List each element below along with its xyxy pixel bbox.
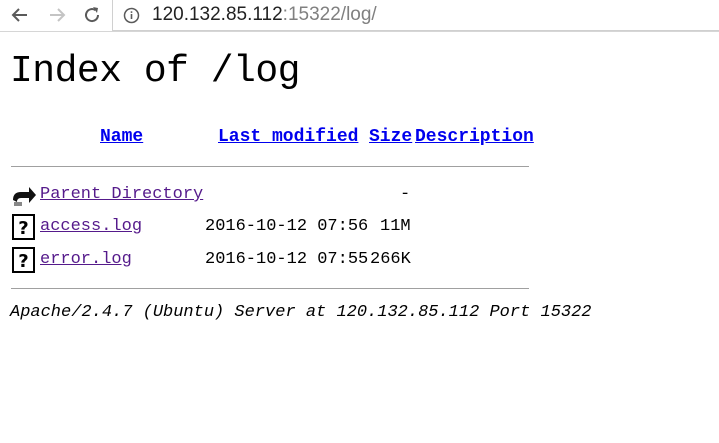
file-link-access-log[interactable]: access.log bbox=[40, 217, 142, 236]
parent-directory-link[interactable]: Parent Directory bbox=[40, 185, 203, 204]
column-header-last-modified[interactable]: Last modified bbox=[218, 127, 358, 147]
address-bar[interactable]: 120.132.85.112:15322/log/ bbox=[112, 0, 719, 31]
footer-divider bbox=[11, 288, 529, 289]
file-modified: 2016-10-12 07:56 bbox=[205, 217, 369, 236]
header-divider bbox=[11, 166, 529, 167]
column-header-size[interactable]: Size bbox=[369, 127, 412, 147]
file-size: - bbox=[400, 185, 411, 204]
file-modified: 2016-10-12 07:55 bbox=[205, 250, 369, 269]
url-text[interactable]: 120.132.85.112:15322/log/ bbox=[152, 4, 377, 26]
back-arrow-icon[interactable] bbox=[10, 5, 30, 25]
file-size: 11M bbox=[380, 217, 411, 236]
browser-toolbar: 120.132.85.112:15322/log/ bbox=[0, 0, 719, 32]
page-title: Index of /log bbox=[10, 50, 300, 93]
server-signature: Apache/2.4.7 (Ubuntu) Server at 120.132.… bbox=[10, 303, 592, 322]
unknown-file-icon: ? bbox=[11, 247, 37, 273]
url-path: :15322/log/ bbox=[282, 4, 377, 25]
svg-text:?: ? bbox=[18, 218, 28, 239]
file-size: 266K bbox=[370, 250, 411, 269]
column-header-name[interactable]: Name bbox=[100, 127, 143, 147]
url-host: 120.132.85.112 bbox=[152, 4, 283, 25]
file-link-error-log[interactable]: error.log bbox=[40, 250, 132, 269]
reload-icon[interactable] bbox=[82, 5, 102, 25]
back-folder-icon bbox=[11, 182, 37, 208]
unknown-file-icon: ? bbox=[11, 214, 37, 240]
forward-arrow-icon[interactable] bbox=[47, 5, 67, 25]
info-icon[interactable] bbox=[123, 7, 140, 24]
svg-text:?: ? bbox=[18, 251, 28, 272]
column-header-description[interactable]: Description bbox=[415, 127, 534, 147]
